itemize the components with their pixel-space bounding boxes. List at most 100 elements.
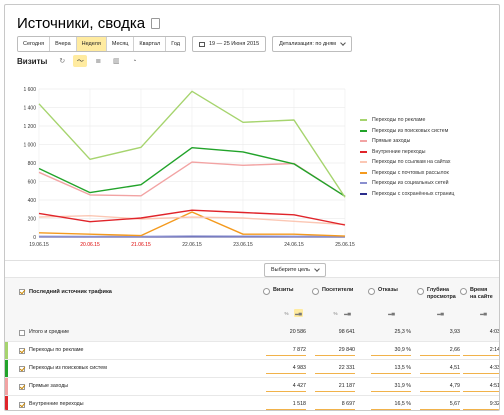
percent-sort-button[interactable]: % [331, 309, 340, 317]
period-button[interactable]: Год [166, 37, 185, 51]
period-button[interactable]: Вчера [50, 37, 77, 51]
x-tick-label: 19.06.15 [29, 242, 49, 248]
column-radio[interactable] [368, 288, 375, 295]
value-underline [463, 373, 499, 374]
legend-label: Переходы с почтовых рассылок [372, 169, 449, 176]
column-label-line: Время [470, 287, 488, 293]
column-radio[interactable] [417, 288, 424, 295]
period-button[interactable]: Сегодня [18, 37, 51, 51]
row-checkbox[interactable] [19, 365, 25, 372]
legend-item[interactable]: Переходы с почтовых рассылок [360, 168, 454, 179]
area-chart-icon[interactable]: ≣ [91, 55, 105, 67]
divider [5, 260, 499, 261]
row-checkbox[interactable] [19, 383, 25, 390]
date-range-button[interactable]: 19 — 25 Июня 2015 [191, 36, 267, 52]
legend-label: Переходы по рекламе [372, 117, 426, 124]
value-underline [266, 409, 306, 410]
bar-chart-icon[interactable]: ▥ [109, 55, 123, 67]
column-header[interactable]: Время на сайте [460, 287, 493, 301]
legend-item[interactable]: Переходы из социальных сетей [360, 178, 454, 189]
detail-dropdown[interactable]: Детализация: по дням [272, 36, 352, 52]
column-radio[interactable] [312, 288, 319, 295]
legend-label: Прямые заходы [372, 138, 411, 145]
line-chart-icon[interactable]: 〜 [73, 55, 88, 67]
totals-row[interactable]: Итого и средние 20 586 98 641 25,3 % 3,93 4:0… [5, 324, 499, 342]
period-button[interactable]: Квартал [134, 37, 167, 51]
row-name: Итого и средние [19, 324, 69, 341]
legend-item[interactable]: Переходы по ссылкам на сайтах [360, 157, 454, 168]
legend-item[interactable]: Переходы с сохранённых страниц [360, 189, 454, 200]
column-header[interactable]: Визиты [263, 287, 293, 295]
sort-icon[interactable]: ▂▄ [479, 309, 488, 317]
goal-dropdown[interactable]: Выберите цель [264, 263, 326, 277]
value-underline [315, 373, 355, 374]
cell-value: 4:33 [489, 365, 500, 371]
chart-controls: Визиты ↻ 〜 ≣ ▥ ◔ [17, 55, 145, 67]
bookmark-icon[interactable] [151, 18, 161, 29]
value-underline [315, 409, 355, 410]
legend-item[interactable]: Переходы из поисковых систем [360, 126, 454, 137]
legend-label: Переходы с сохранённых страниц [372, 190, 455, 197]
chevron-down-icon [314, 266, 320, 272]
period-button[interactable]: Неделя [76, 37, 107, 51]
legend-marker [360, 119, 367, 122]
column-label-line: Отказы [378, 287, 398, 293]
legend-marker [360, 182, 367, 185]
detail-label: Детализация: по дням [279, 41, 336, 47]
series-color-bar [5, 378, 8, 395]
sort-icon[interactable]: ▂▄ [343, 309, 352, 317]
cell-value: 4:51 [489, 383, 500, 389]
column-label: Глубина просмотра [427, 287, 456, 301]
table-row[interactable]: Переходы по рекламе 7 872 29 840 30,9 % 2,66… [5, 342, 500, 360]
y-tick-label: 600 [28, 179, 37, 185]
column-header[interactable]: Глубина просмотра [417, 287, 456, 301]
legend-item[interactable]: Переходы по рекламе [360, 115, 454, 126]
cell-value: 31,9 % [394, 383, 412, 389]
legend-label: Внутренние переходы [372, 148, 426, 155]
period-button[interactable]: Месяц [106, 37, 135, 51]
value-underline [266, 355, 306, 356]
column-radio[interactable] [460, 288, 467, 295]
legend-item[interactable]: Прямые заходы [360, 136, 454, 147]
page-title: Источники, сводка [17, 15, 146, 32]
sort-icon[interactable]: ▂▄ [436, 309, 445, 317]
pie-chart-icon[interactable]: ◔ [127, 55, 141, 67]
row-checkbox[interactable] [19, 329, 25, 336]
legend-label: Переходы по ссылкам на сайтах [372, 159, 451, 166]
source-checkbox[interactable] [19, 289, 25, 295]
cell-value: 30,9 % [394, 347, 412, 353]
value-underline [266, 391, 306, 392]
table-row[interactable]: Внутренние переходы 1 518 8 697 16,5 % 5,67 9… [5, 396, 499, 410]
refresh-icon[interactable]: ↻ [55, 55, 69, 67]
x-tick-label: 24.06.15 [284, 242, 304, 248]
sort-icon[interactable]: ▂▄ [387, 309, 396, 317]
row-name: Переходы по рекламе [19, 342, 84, 359]
series-color-bar [5, 396, 8, 410]
percent-sort-button[interactable]: % [282, 309, 291, 317]
column-header[interactable]: Посетители [312, 287, 353, 295]
legend-item[interactable]: Внутренние переходы [360, 147, 454, 158]
source-header[interactable]: Последний источник трафика [19, 289, 112, 295]
table-row[interactable]: Прямые заходы 4 427 21 187 31,9 % 4,79 4:51 [5, 378, 500, 396]
cell-value: 29 840 [338, 347, 355, 353]
column-header[interactable]: Отказы [368, 287, 398, 295]
x-tick-label: 25.06.15 [335, 242, 355, 248]
table-row[interactable]: Переходы из поисковых систем 4 983 22 331 1… [5, 360, 500, 378]
row-label: Переходы из поисковых систем [29, 365, 107, 371]
cell-value: 13,5 % [394, 365, 412, 371]
y-tick-label: 1 200 [23, 124, 36, 130]
value-underline [371, 409, 411, 410]
row-label: Переходы по рекламе [29, 347, 84, 353]
column-label: Отказы [378, 287, 398, 294]
column-radio[interactable] [263, 288, 270, 295]
cell-value: 2,66 [449, 347, 460, 353]
sort-icon[interactable]: ▂▄ [294, 309, 303, 317]
row-checkbox[interactable] [19, 401, 25, 408]
value-underline [315, 391, 355, 392]
cell-value: 2:14 [489, 347, 500, 353]
column-label: Время на сайте [470, 287, 493, 301]
value-underline [463, 355, 499, 356]
y-tick-label: 1 000 [23, 142, 36, 148]
report-panel: Источники, сводка Сегодня Вчера Неделя Меся… [4, 4, 500, 411]
row-checkbox[interactable] [19, 347, 25, 354]
